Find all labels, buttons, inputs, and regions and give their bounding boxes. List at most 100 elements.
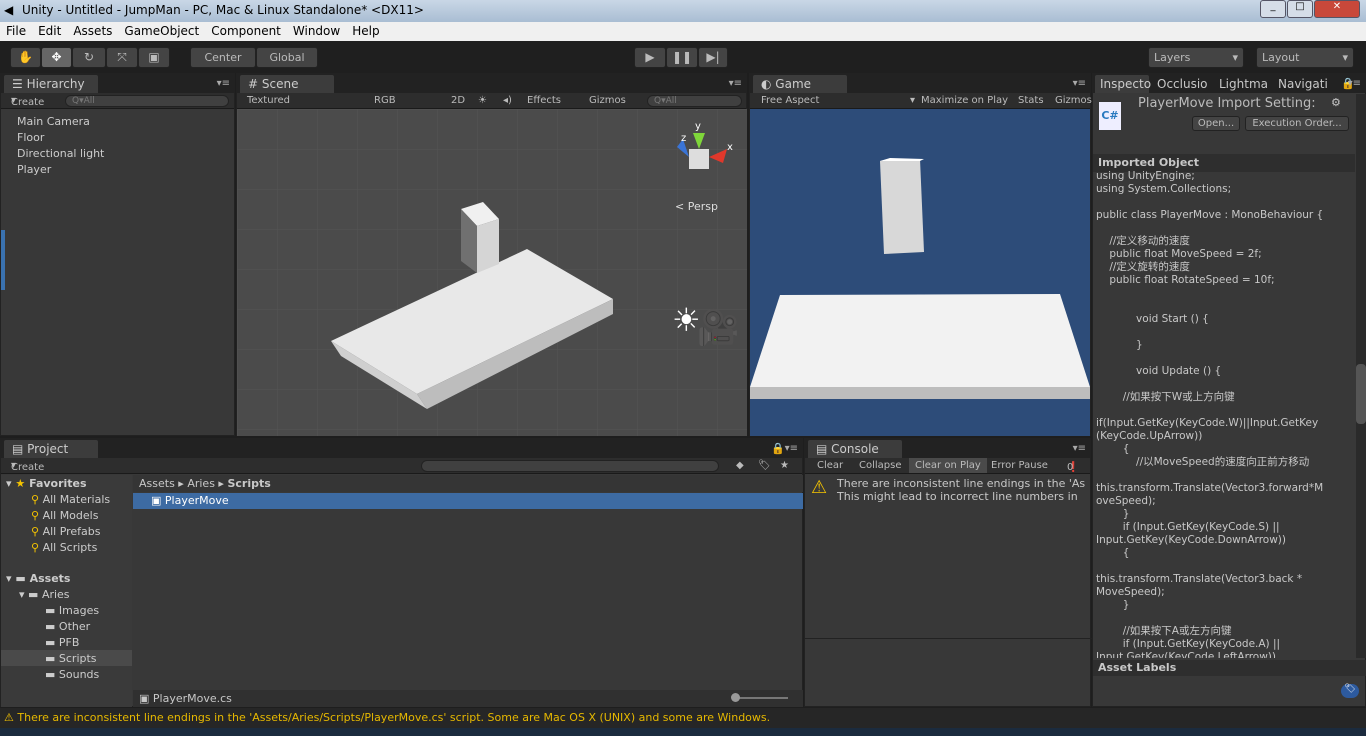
project-footer: ▣ PlayerMove.cs bbox=[133, 690, 803, 707]
folder-other[interactable]: ▬ Other bbox=[45, 620, 90, 633]
fav-all-models[interactable]: ⚲ All Models bbox=[31, 509, 98, 522]
panel-menu-icon[interactable]: ▾≡ bbox=[1073, 78, 1086, 89]
panel-menu-icon[interactable]: ▾≡ bbox=[1073, 443, 1086, 454]
tab-hierarchy[interactable]: ☰ Hierarchy bbox=[3, 74, 99, 93]
2d-toggle[interactable]: 2D bbox=[451, 95, 465, 106]
global-button[interactable]: Global bbox=[256, 47, 318, 68]
axis-z-label: z bbox=[681, 133, 686, 144]
rotate-tool-button[interactable]: ↻ bbox=[72, 47, 106, 68]
stats-toggle[interactable]: Stats bbox=[1018, 95, 1044, 106]
hierarchy-search[interactable]: Q▾All bbox=[65, 95, 229, 107]
panel-menu-icon[interactable]: ▾≡ bbox=[729, 78, 742, 89]
layers-dropdown[interactable]: Layers ▾ bbox=[1148, 47, 1244, 68]
maximize-on-play-toggle[interactable]: Maximize on Play bbox=[921, 95, 1008, 106]
menu-assets[interactable]: Assets bbox=[73, 24, 112, 39]
tab-navigation[interactable]: Navigati bbox=[1278, 77, 1328, 91]
error-pause-button[interactable]: Error Pause bbox=[991, 460, 1048, 471]
open-button[interactable]: Open... bbox=[1192, 116, 1240, 131]
panel-menu-icon[interactable]: ▾≡ bbox=[217, 78, 230, 89]
tag-icon[interactable]: 🏷 bbox=[1341, 684, 1359, 698]
fav-all-prefabs[interactable]: ⚲ All Prefabs bbox=[31, 525, 101, 538]
effects-dropdown[interactable]: Effects bbox=[527, 95, 561, 106]
shading-dropdown[interactable]: Textured bbox=[247, 95, 290, 106]
folder-sounds[interactable]: ▬ Sounds bbox=[45, 668, 99, 681]
aspect-dropdown[interactable]: Free Aspect bbox=[761, 95, 819, 106]
menu-file[interactable]: File bbox=[6, 24, 26, 39]
clear-button[interactable]: Clear bbox=[817, 460, 843, 471]
audio-toggle-icon[interactable]: ◂) bbox=[503, 95, 512, 106]
console-entry[interactable]: ⚠ There are inconsistent line endings in… bbox=[809, 477, 1091, 507]
gizmos-dropdown[interactable]: Gizmos bbox=[589, 95, 626, 106]
hierarchy-item-main-camera[interactable]: Main Camera bbox=[17, 115, 90, 128]
tab-game[interactable]: ◐ Game bbox=[752, 74, 848, 93]
breadcrumb-aries[interactable]: Aries bbox=[187, 477, 215, 490]
move-tool-button[interactable]: ✥ bbox=[41, 47, 72, 68]
icon-size-slider[interactable] bbox=[731, 693, 788, 702]
breadcrumb-scripts[interactable]: Scripts bbox=[227, 477, 270, 490]
gizmos-toggle[interactable]: Gizmos bbox=[1055, 95, 1092, 106]
tab-project[interactable]: ▤ Project bbox=[3, 439, 99, 458]
folder-aries[interactable]: ▾ ▬ Aries bbox=[19, 588, 70, 601]
gear-icon[interactable]: ⚙ bbox=[1331, 96, 1341, 109]
layout-dropdown[interactable]: Layout ▾ bbox=[1256, 47, 1354, 68]
selected-file-path: PlayerMove.cs bbox=[152, 692, 232, 705]
hand-tool-button[interactable]: ✋ bbox=[10, 47, 41, 68]
lock-icon[interactable]: 🔒 bbox=[771, 442, 785, 455]
render-mode-dropdown[interactable]: RGB bbox=[374, 95, 396, 106]
project-search[interactable] bbox=[421, 460, 719, 472]
step-button[interactable]: ▶| bbox=[698, 47, 728, 68]
menu-gameobject[interactable]: GameObject bbox=[124, 24, 199, 39]
hierarchy-panel: ☰ Hierarchy ▾≡ Create ▾ Q▾All Main Camer… bbox=[0, 73, 235, 436]
player-object bbox=[880, 159, 924, 254]
breadcrumb-assets[interactable]: Assets bbox=[139, 477, 175, 490]
menu-edit[interactable]: Edit bbox=[38, 24, 61, 39]
folder-scripts[interactable]: ▬ Scripts bbox=[1, 650, 132, 666]
tab-inspector[interactable]: Inspecto bbox=[1094, 74, 1151, 93]
pause-button[interactable]: ❚❚ bbox=[666, 47, 698, 68]
pivot-center-button[interactable]: Center bbox=[190, 47, 256, 68]
persp-label[interactable]: < Persp bbox=[675, 200, 718, 213]
rect-tool-button[interactable]: ▣ bbox=[138, 47, 170, 68]
axis-y-label: y bbox=[695, 121, 701, 132]
minimize-button[interactable]: _ bbox=[1260, 0, 1286, 18]
filter-type-icon[interactable]: ◆ bbox=[736, 460, 744, 471]
scale-tool-button[interactable]: ⤧ bbox=[106, 47, 138, 68]
hierarchy-item-directional-light[interactable]: Directional light bbox=[17, 147, 104, 160]
warning-icon: ⚠ bbox=[4, 711, 14, 724]
code-line: public class PlayerMove : MonoBehaviour … bbox=[1096, 209, 1324, 221]
panel-menu-icon[interactable]: ▾≡ bbox=[785, 443, 798, 454]
fav-all-scripts[interactable]: ⚲ All Scripts bbox=[31, 541, 97, 554]
inspector-scrollbar[interactable] bbox=[1356, 94, 1366, 658]
favorite-star-icon[interactable]: ★ bbox=[780, 460, 789, 471]
filter-label-icon[interactable]: 🏷 bbox=[758, 460, 771, 471]
maximize-button[interactable]: □ bbox=[1287, 0, 1313, 18]
hierarchy-item-player[interactable]: Player bbox=[17, 163, 51, 176]
tab-lightmapping[interactable]: Lightma bbox=[1219, 77, 1268, 91]
clear-on-play-toggle[interactable]: Clear on Play bbox=[909, 458, 987, 473]
menu-window[interactable]: Window bbox=[293, 24, 340, 39]
tab-console[interactable]: ▤ Console bbox=[807, 439, 903, 458]
execution-order-button[interactable]: Execution Order... bbox=[1245, 116, 1349, 131]
create-dropdown[interactable]: Create ▾ bbox=[11, 95, 44, 108]
fav-all-materials[interactable]: ⚲ All Materials bbox=[31, 493, 110, 506]
menu-component[interactable]: Component bbox=[211, 24, 281, 39]
create-dropdown[interactable]: Create ▾ bbox=[11, 460, 44, 473]
file-item-playermove[interactable]: ▣ PlayerMove bbox=[133, 493, 803, 509]
move-icon: ✥ bbox=[51, 50, 62, 64]
collapse-button[interactable]: Collapse bbox=[859, 460, 902, 471]
hierarchy-item-floor[interactable]: Floor bbox=[17, 131, 44, 144]
tab-scene[interactable]: # Scene bbox=[239, 74, 335, 93]
play-button[interactable]: ▶ bbox=[634, 47, 666, 68]
scene-viewport[interactable]: ☀ 🎥 y x z < Persp bbox=[237, 109, 747, 436]
favorites-folder[interactable]: ▾ ★ Favorites bbox=[6, 477, 87, 490]
assets-folder[interactable]: ▾ ▬ Assets bbox=[6, 572, 70, 585]
menu-help[interactable]: Help bbox=[352, 24, 379, 39]
lighting-toggle-icon[interactable]: ☀ bbox=[478, 95, 487, 106]
close-button[interactable]: ✕ bbox=[1314, 0, 1360, 18]
folder-images[interactable]: ▬ Images bbox=[45, 604, 99, 617]
status-bar[interactable]: ⚠ There are inconsistent line endings in… bbox=[0, 708, 1366, 728]
folder-pfb[interactable]: ▬ PFB bbox=[45, 636, 79, 649]
scene-search[interactable]: Q▾All bbox=[647, 95, 742, 107]
tab-occlusion[interactable]: Occlusio bbox=[1157, 77, 1208, 91]
panel-menu-icon[interactable]: ▾≡ bbox=[1348, 78, 1361, 89]
